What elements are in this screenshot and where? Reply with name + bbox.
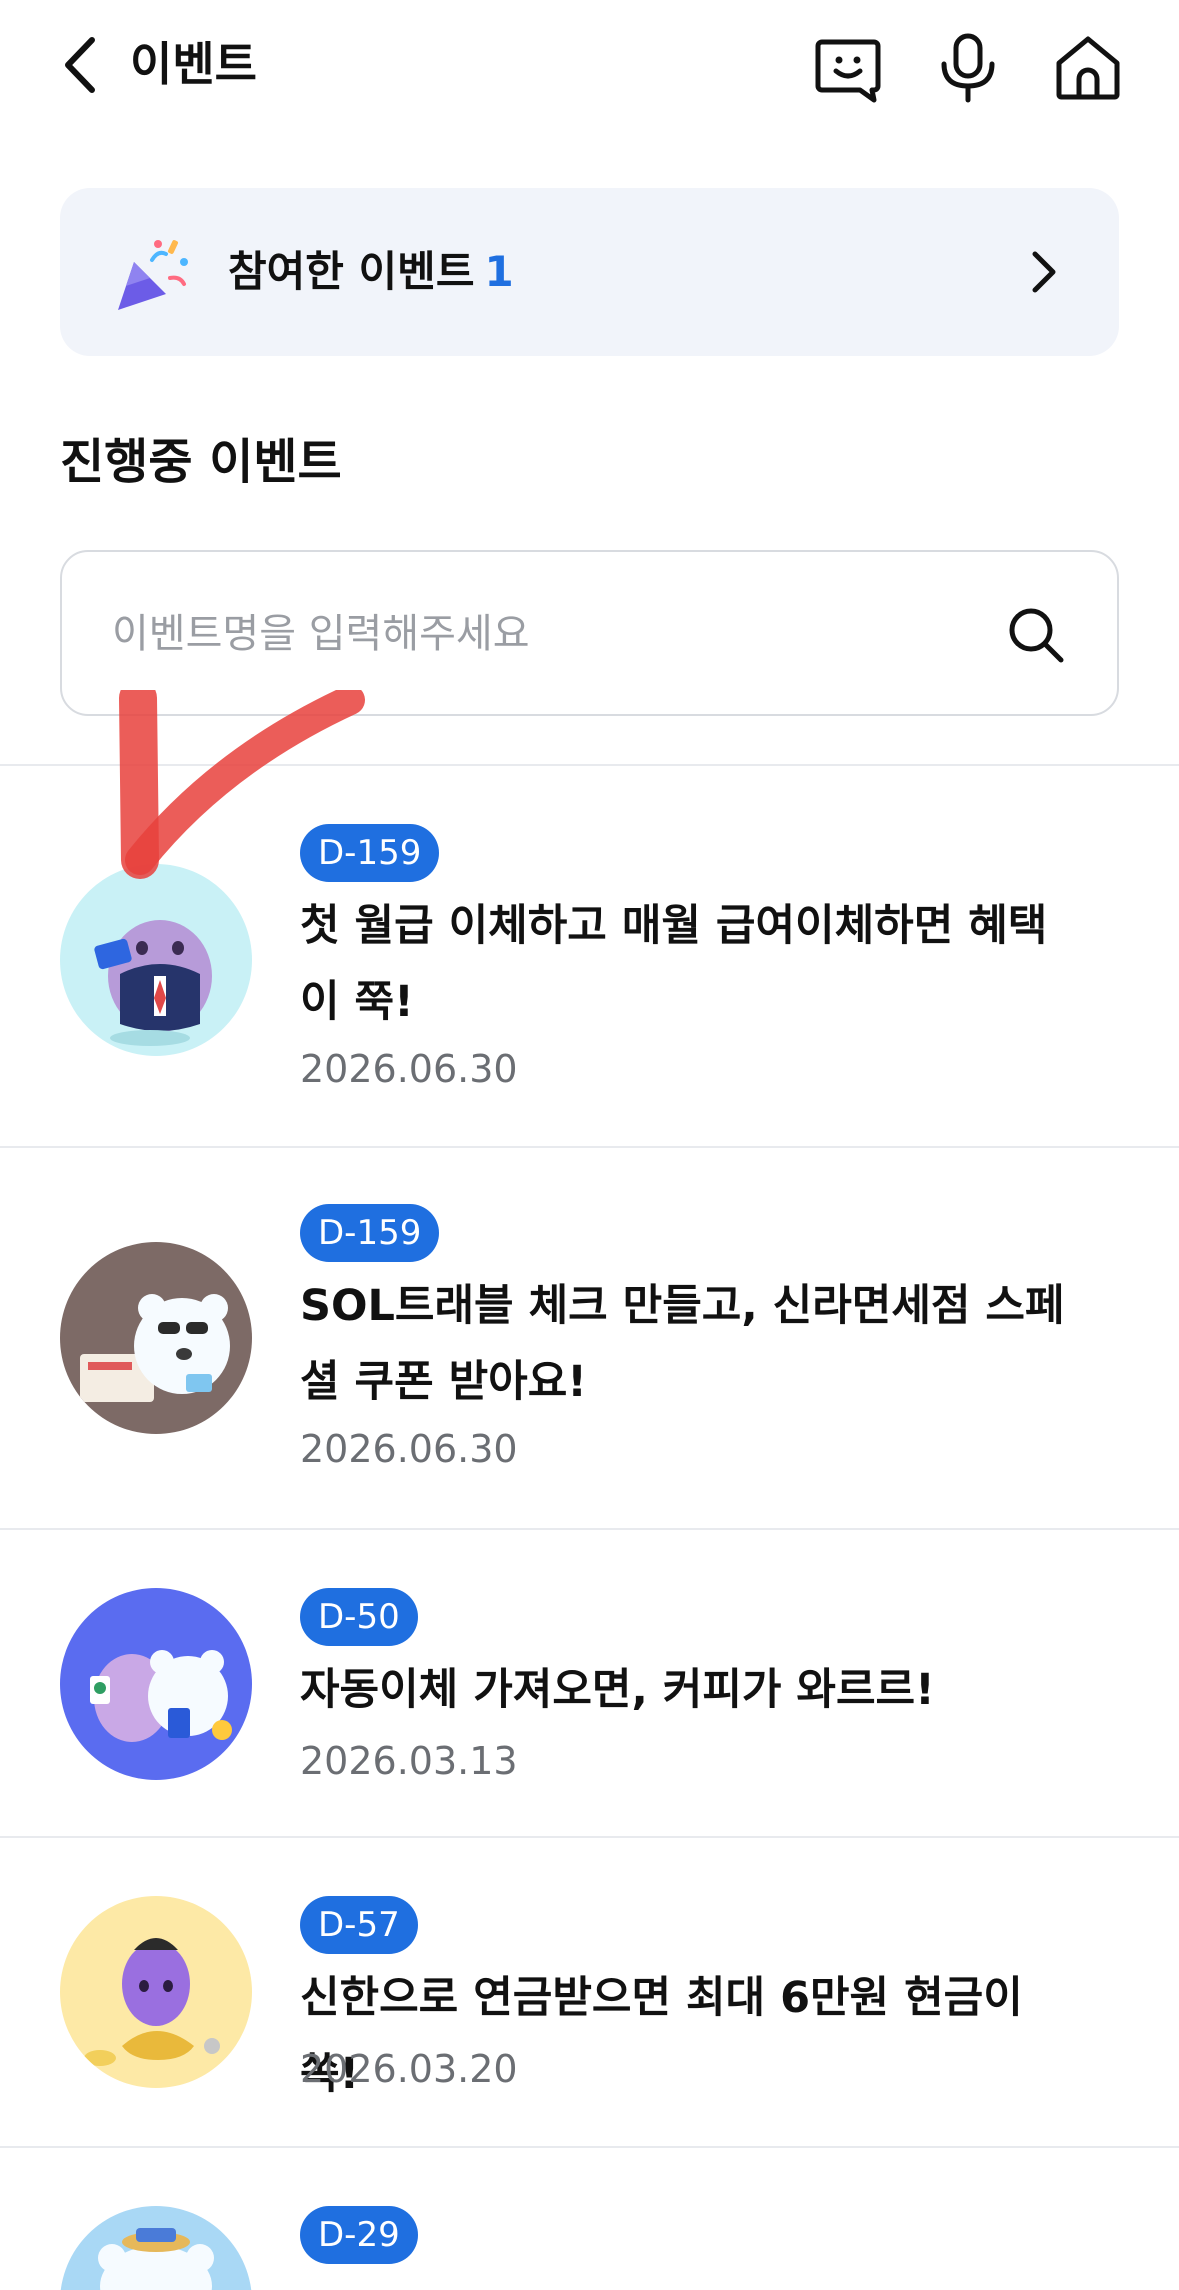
event-title: 자동이체 가져오면, 커피가 와르르!: [300, 1665, 935, 1715]
page-title: 이벤트: [130, 37, 257, 91]
d-day-badge: D-159: [300, 824, 440, 882]
event-search-input[interactable]: [112, 592, 972, 676]
d-day-badge: D-29: [300, 2206, 418, 2264]
event-thumbnail: [60, 1242, 252, 1434]
back-button[interactable]: [50, 30, 110, 100]
mascot-bear-icon: [98, 2228, 214, 2290]
event-item[interactable]: D-57 신한으로 연금받으면 최대 6만원 현금이 쏙! 2026.03.20: [0, 1838, 1179, 2146]
event-thumbnail: [60, 1896, 252, 2088]
mascot-travel-icon: [80, 1294, 230, 1402]
participated-count: 1: [484, 247, 514, 296]
participated-events-label: 참여한 이벤트 1: [228, 244, 514, 300]
event-item[interactable]: D-159 첫 월급 이체하고 매월 급여이체하면 혜택이 쭉! 2026.06…: [0, 766, 1179, 1146]
mascot-coffee-icon: [90, 1650, 232, 1742]
chevron-right-icon: [1032, 251, 1056, 293]
section-title: 진행중 이벤트: [60, 434, 342, 490]
event-item[interactable]: D-29: [0, 2148, 1179, 2290]
event-item[interactable]: D-50 자동이체 가져오면, 커피가 와르르! 2026.03.13: [0, 1530, 1179, 1836]
participated-events-banner[interactable]: 참여한 이벤트 1: [60, 188, 1119, 356]
home-button[interactable]: [1048, 28, 1128, 108]
d-day-badge: D-50: [300, 1588, 418, 1646]
home-icon: [1056, 36, 1120, 100]
d-day-badge: D-159: [300, 1204, 440, 1262]
event-thumbnail: [60, 864, 252, 1056]
chat-face-icon: [815, 39, 881, 103]
event-item[interactable]: D-159 SOL트래블 체크 만들고, 신라면세점 스페셜 쿠폰 받아요! 2…: [0, 1148, 1179, 1528]
party-popper-icon: [118, 240, 188, 310]
event-title: SOL트래블 체크 만들고, 신라면세점 스페셜 쿠폰 받아요!: [300, 1281, 1065, 1407]
event-end-date: 2026.06.30: [300, 1427, 518, 1471]
event-thumbnail: [60, 1588, 252, 1780]
chatbot-button[interactable]: [808, 28, 888, 108]
event-end-date: 2026.03.13: [300, 1739, 518, 1783]
event-end-date: 2026.03.20: [300, 2047, 518, 2091]
search-icon[interactable]: [1005, 604, 1067, 666]
voice-search-button[interactable]: [928, 28, 1008, 108]
events-page: 이벤트 참여한 이벤트 1 진행중 이벤트 이벤트명을 입력해주세요 D-159…: [0, 0, 1179, 2290]
event-end-date: 2026.06.30: [300, 1047, 518, 1091]
event-search-box: [60, 550, 1119, 716]
participated-events-text: 참여한 이벤트: [228, 247, 475, 296]
mascot-genie-icon: [84, 1938, 220, 2066]
d-day-badge: D-57: [300, 1896, 418, 1954]
top-bar: 이벤트: [0, 0, 1179, 140]
event-title: 첫 월급 이체하고 매월 급여이체하면 혜택이 쭉!: [300, 901, 1048, 1027]
microphone-icon: [941, 33, 995, 103]
mascot-worker-icon: [94, 920, 212, 1046]
event-thumbnail: [60, 2206, 252, 2290]
chevron-left-icon: [65, 37, 95, 93]
